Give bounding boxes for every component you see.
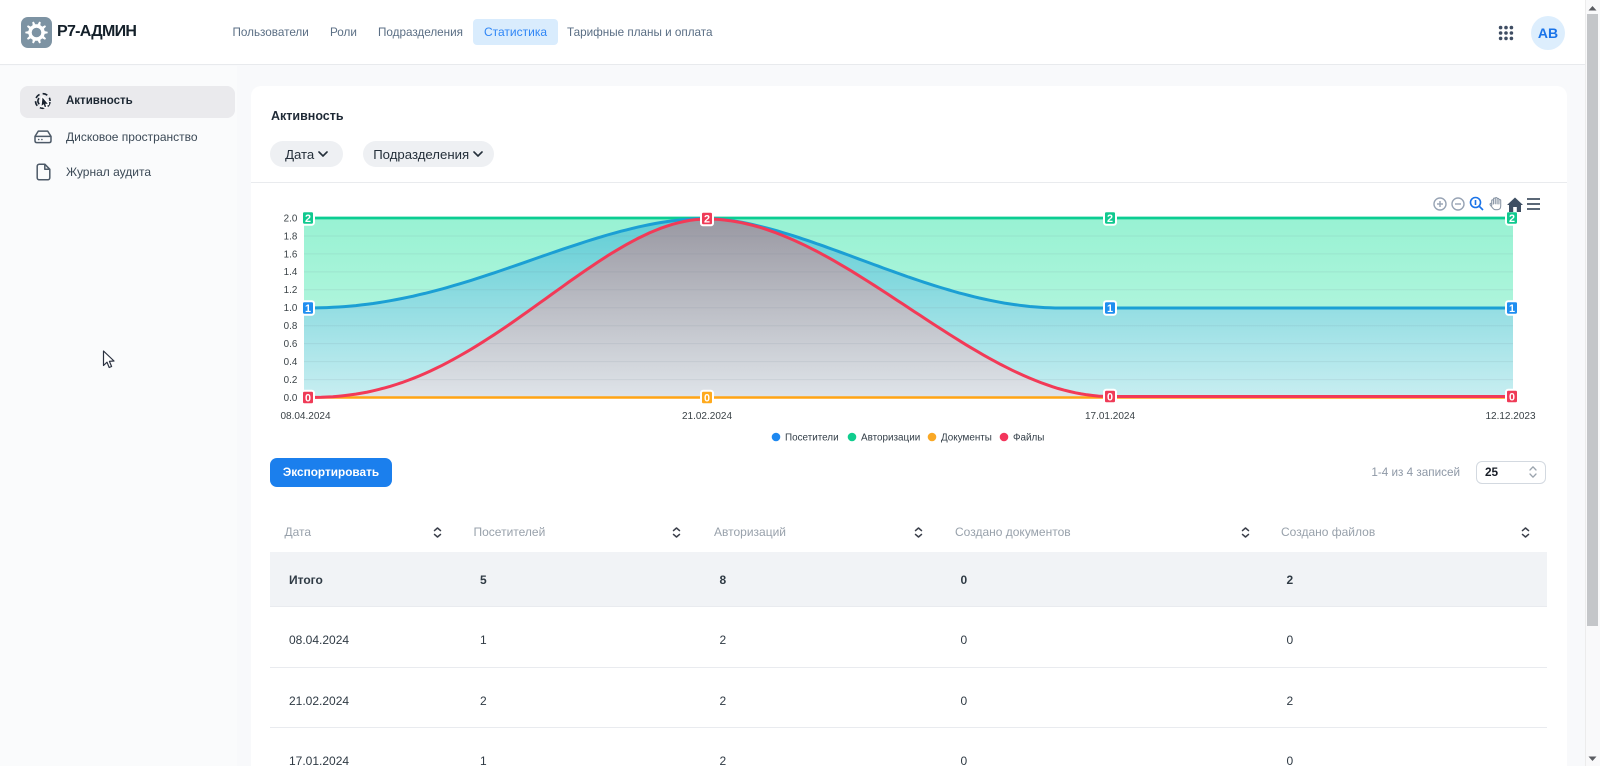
svg-text:2: 2 [704, 213, 710, 225]
svg-text:1.8: 1.8 [284, 231, 298, 242]
svg-text:1: 1 [1107, 303, 1113, 315]
svg-text:17.01.2024: 17.01.2024 [1085, 411, 1135, 422]
svg-text:0.6: 0.6 [284, 339, 298, 350]
svg-text:0.8: 0.8 [284, 321, 298, 332]
svg-text:0.0: 0.0 [284, 393, 298, 404]
svg-text:0: 0 [1107, 391, 1113, 403]
svg-text:2: 2 [305, 213, 311, 225]
svg-text:2: 2 [1107, 213, 1113, 225]
svg-text:1.4: 1.4 [284, 267, 298, 278]
svg-text:21.02.2024: 21.02.2024 [682, 411, 732, 422]
svg-text:1.0: 1.0 [284, 303, 298, 314]
svg-text:0.4: 0.4 [284, 357, 298, 368]
svg-text:2: 2 [1509, 213, 1515, 225]
svg-text:1.2: 1.2 [284, 285, 298, 296]
svg-text:1.6: 1.6 [284, 249, 298, 260]
svg-text:0.2: 0.2 [284, 375, 298, 386]
svg-text:1: 1 [1509, 303, 1515, 315]
svg-text:1: 1 [305, 303, 311, 315]
svg-text:Авторизации: Авторизации [861, 433, 920, 444]
svg-text:Файлы: Файлы [1013, 433, 1044, 444]
svg-text:2.0: 2.0 [284, 213, 298, 224]
svg-text:Документы: Документы [941, 433, 992, 444]
svg-text:12.12.2023: 12.12.2023 [1485, 411, 1535, 422]
svg-text:Посетители: Посетители [785, 433, 839, 444]
svg-text:0: 0 [305, 392, 311, 404]
svg-text:0: 0 [704, 392, 710, 404]
svg-text:08.04.2024: 08.04.2024 [280, 411, 330, 422]
svg-text:0: 0 [1509, 391, 1515, 403]
